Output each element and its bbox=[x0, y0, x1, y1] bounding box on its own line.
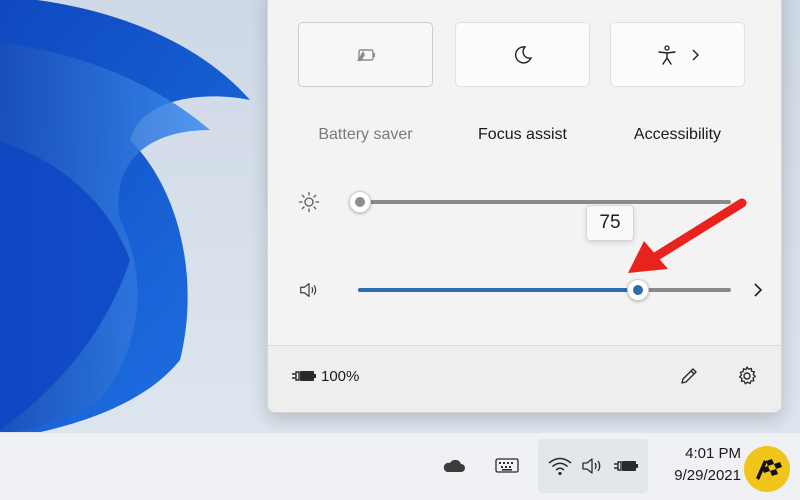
volume-slider-fill bbox=[358, 288, 638, 292]
chevron-right-icon[interactable] bbox=[690, 48, 700, 62]
chevron-right-icon[interactable] bbox=[750, 281, 766, 299]
moon-icon bbox=[514, 45, 532, 64]
wifi-icon bbox=[548, 457, 572, 476]
focus-assist-tile[interactable] bbox=[455, 22, 590, 87]
tile-label-focus-assist: Focus assist bbox=[478, 126, 567, 143]
battery-saver-tile[interactable] bbox=[298, 22, 433, 87]
accessibility-tile[interactable] bbox=[610, 22, 745, 87]
quick-settings-footer: 100% bbox=[268, 345, 781, 412]
tile-label-battery-saver: Battery saver bbox=[318, 126, 413, 143]
accessibility-icon bbox=[657, 44, 676, 65]
volume-slider-thumb[interactable] bbox=[626, 279, 649, 301]
onedrive-cloud-icon[interactable] bbox=[441, 453, 467, 479]
taskbar: 4:01 PM 9/29/2021 bbox=[0, 432, 800, 500]
volume-slider-row bbox=[288, 275, 768, 305]
battery-percentage: 100% bbox=[321, 367, 360, 385]
tile-label-accessibility: Accessibility bbox=[633, 126, 722, 143]
system-tray-group[interactable] bbox=[538, 439, 648, 493]
touch-keyboard-icon[interactable] bbox=[494, 453, 520, 479]
taskbar-clock[interactable]: 4:01 PM 9/29/2021 bbox=[655, 443, 741, 487]
pencil-icon[interactable] bbox=[678, 365, 700, 387]
brightness-slider-thumb[interactable] bbox=[349, 191, 371, 213]
brand-logo bbox=[744, 446, 790, 492]
quick-action-tiles: Battery saver Focus assist Accessibility bbox=[298, 22, 758, 143]
speaker-icon bbox=[582, 458, 601, 474]
gear-icon[interactable] bbox=[736, 365, 758, 387]
battery-status[interactable]: 100% bbox=[291, 366, 359, 386]
clock-date: 9/29/2021 bbox=[674, 467, 741, 484]
red-arrow-annotation bbox=[628, 198, 747, 273]
wallpaper-bloom bbox=[0, 0, 250, 432]
volume-slider[interactable] bbox=[358, 279, 731, 301]
battery-charging-icon bbox=[292, 371, 316, 381]
brightness-icon bbox=[298, 191, 320, 213]
checkered-flag-logo-icon bbox=[756, 459, 782, 480]
battery-charging-icon bbox=[614, 461, 638, 471]
speaker-icon[interactable] bbox=[298, 279, 320, 301]
clock-time: 4:01 PM bbox=[685, 445, 741, 462]
battery-saver-icon bbox=[356, 48, 375, 61]
